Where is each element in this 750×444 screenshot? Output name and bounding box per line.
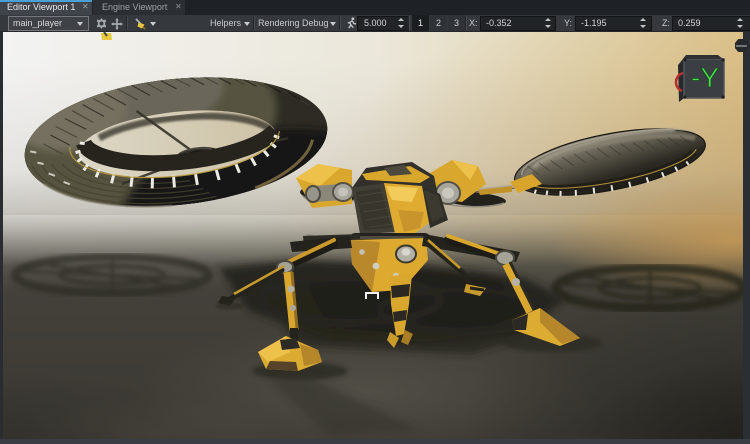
svg-text:-Y: -Y	[691, 62, 719, 93]
